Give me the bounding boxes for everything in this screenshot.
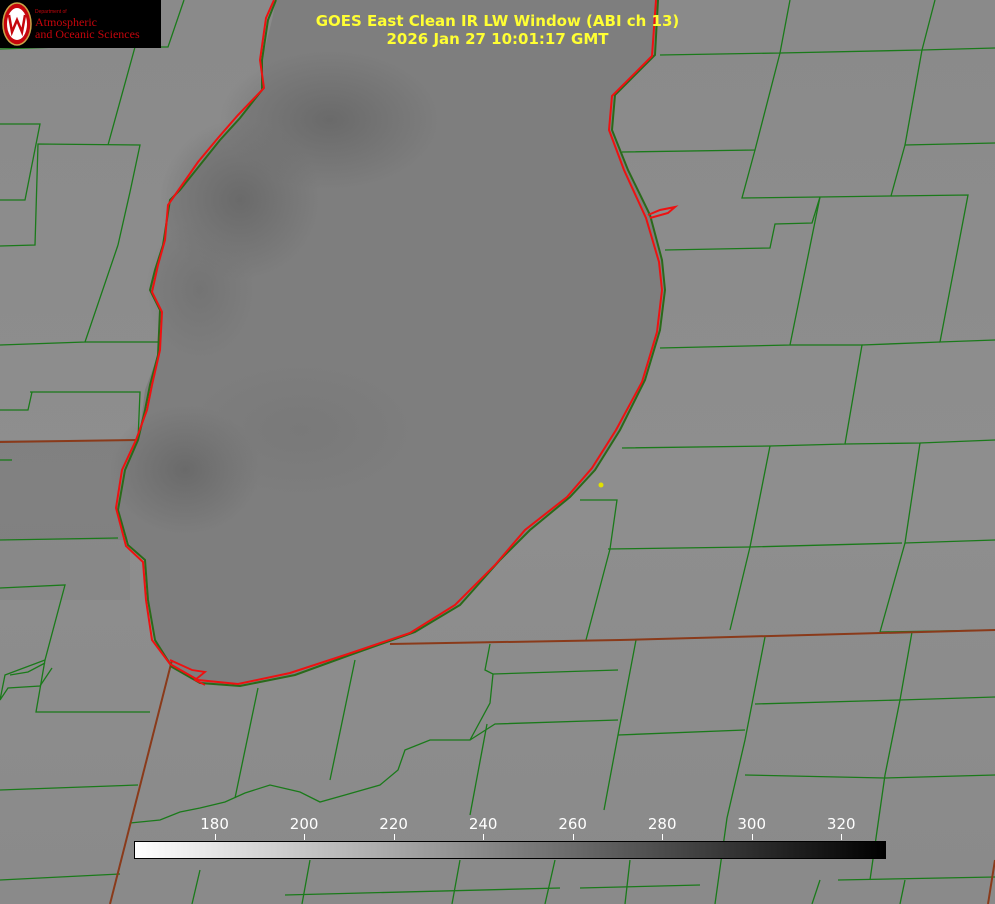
colorbar-tick-label: 260 bbox=[558, 815, 587, 833]
colorbar-tick bbox=[304, 834, 305, 840]
satellite-image-view: Department of Atmospheric and Oceanic Sc… bbox=[0, 0, 995, 904]
cloud-blob bbox=[180, 360, 420, 500]
colorbar-tick-label: 220 bbox=[379, 815, 408, 833]
colorbar-tick-label: 280 bbox=[647, 815, 677, 833]
colorbar-tick-label: 200 bbox=[289, 815, 319, 833]
satellite-map bbox=[0, 0, 995, 904]
colorbar-tick bbox=[841, 834, 842, 840]
colorbar-tick bbox=[215, 834, 216, 840]
colorbar-tick bbox=[662, 834, 663, 840]
colorbar-tick bbox=[394, 834, 395, 840]
colorbar-tick bbox=[483, 834, 484, 840]
location-marker bbox=[598, 482, 604, 488]
colorbar-tick-label: 180 bbox=[200, 815, 229, 833]
colorbar-tick-label: 320 bbox=[826, 815, 856, 833]
cloud-region bbox=[0, 540, 130, 600]
colorbar-tick bbox=[752, 834, 753, 840]
image-timestamp: 2026 Jan 27 10:01:17 GMT bbox=[386, 30, 609, 48]
colorbar-tick bbox=[573, 834, 574, 840]
colorbar-tick-label: 300 bbox=[737, 815, 767, 833]
image-title: GOES East Clean IR LW Window (ABI ch 13) bbox=[315, 12, 680, 30]
colorbar-tick-label: 240 bbox=[468, 815, 498, 833]
temperature-colorbar bbox=[134, 841, 886, 859]
